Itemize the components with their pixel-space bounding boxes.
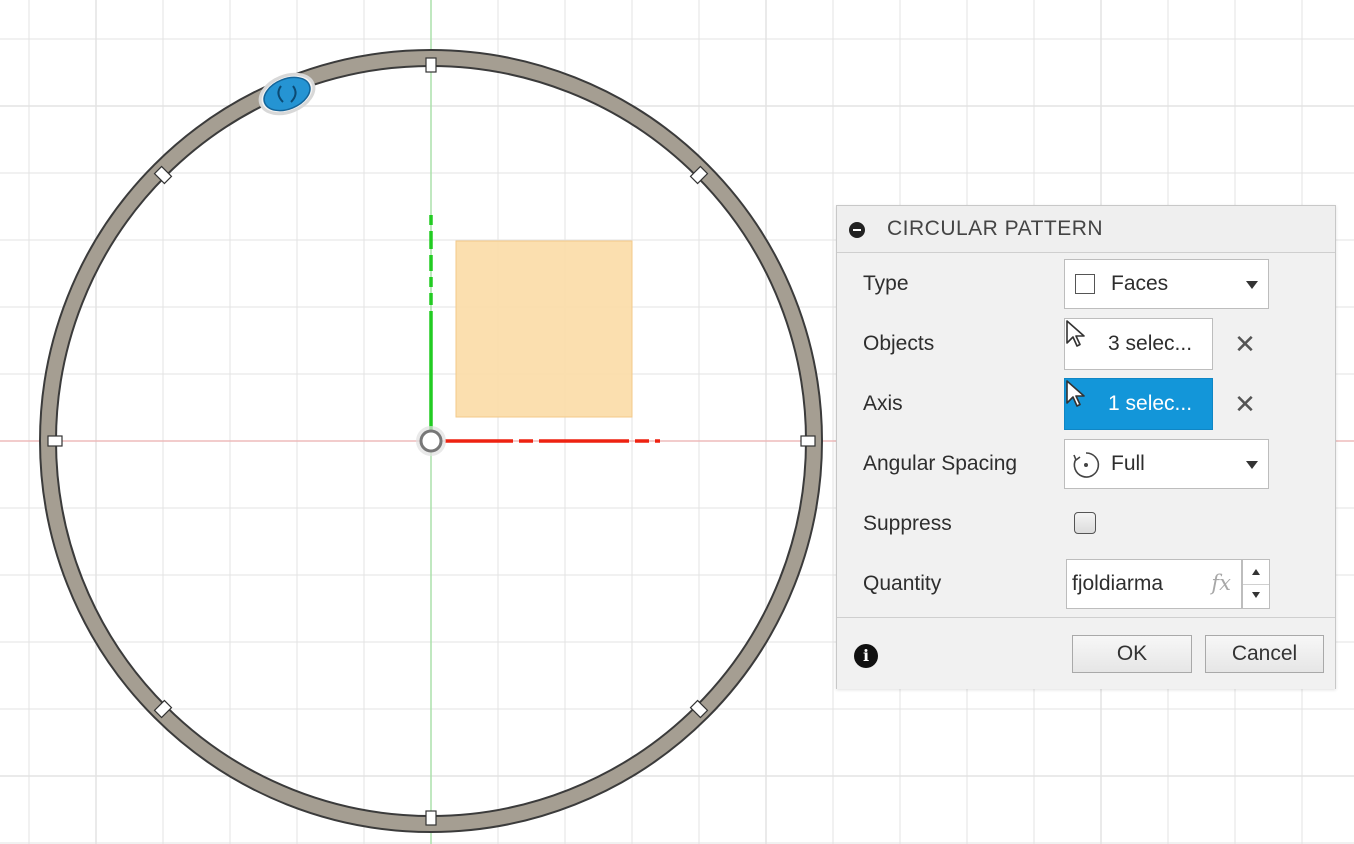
objects-value: 3 selec... <box>1108 332 1193 355</box>
type-label: Type <box>863 272 909 295</box>
suppress-checkbox[interactable] <box>1074 512 1096 534</box>
clear-axis-icon[interactable]: ✕ <box>1234 391 1256 417</box>
axis-value: 1 selec... <box>1108 392 1193 415</box>
collapse-icon[interactable] <box>849 222 865 238</box>
angular-spacing-value: Full <box>1111 452 1145 475</box>
dialog-title: CIRCULAR PATTERN <box>887 217 1104 240</box>
quantity-label: Quantity <box>863 572 942 595</box>
axis-label: Axis <box>863 392 903 415</box>
chevron-down-icon <box>1246 281 1258 289</box>
ok-button[interactable]: OK <box>1072 635 1192 673</box>
notch-top <box>425 57 437 73</box>
quantity-input[interactable]: fjoldiarma <box>1072 572 1163 596</box>
suppress-label: Suppress <box>863 512 952 535</box>
angular-spacing-label: Angular Spacing <box>863 452 1018 475</box>
selected-face[interactable] <box>455 240 633 418</box>
type-dropdown[interactable]: Faces <box>1064 259 1269 309</box>
notch-left <box>47 435 63 447</box>
cursor-icon <box>1066 320 1085 347</box>
info-icon[interactable]: i <box>854 644 878 668</box>
stepper-down-icon[interactable] <box>1243 584 1269 608</box>
chevron-down-icon <box>1246 461 1258 469</box>
objects-label: Objects <box>863 332 935 355</box>
quantity-field[interactable]: fjoldiarma fx <box>1066 559 1242 609</box>
circular-pattern-dialog: CIRCULAR PATTERN Type Faces Objects 3 se… <box>836 205 1336 689</box>
objects-selector[interactable]: 3 selec... <box>1064 318 1213 370</box>
canvas-viewport[interactable]: CIRCULAR PATTERN Type Faces Objects 3 se… <box>0 0 1354 844</box>
origin-point[interactable] <box>419 429 443 453</box>
angular-spacing-dropdown[interactable]: Full <box>1064 439 1269 489</box>
faces-icon <box>1075 274 1095 294</box>
cursor-icon <box>1066 380 1085 407</box>
fx-icon[interactable]: fx <box>1211 571 1231 595</box>
type-value: Faces <box>1111 272 1169 295</box>
cancel-button[interactable]: Cancel <box>1205 635 1324 673</box>
axis-selector[interactable]: 1 selec... <box>1064 378 1213 430</box>
quantity-stepper[interactable] <box>1242 559 1270 609</box>
stepper-up-icon[interactable] <box>1243 560 1269 585</box>
dialog-header[interactable]: CIRCULAR PATTERN <box>837 206 1335 253</box>
clear-objects-icon[interactable]: ✕ <box>1234 331 1256 357</box>
dialog-footer: i OK Cancel <box>837 617 1335 689</box>
notch-bottom <box>425 810 437 826</box>
rotation-icon <box>1073 452 1100 478</box>
notch-right <box>800 435 816 447</box>
